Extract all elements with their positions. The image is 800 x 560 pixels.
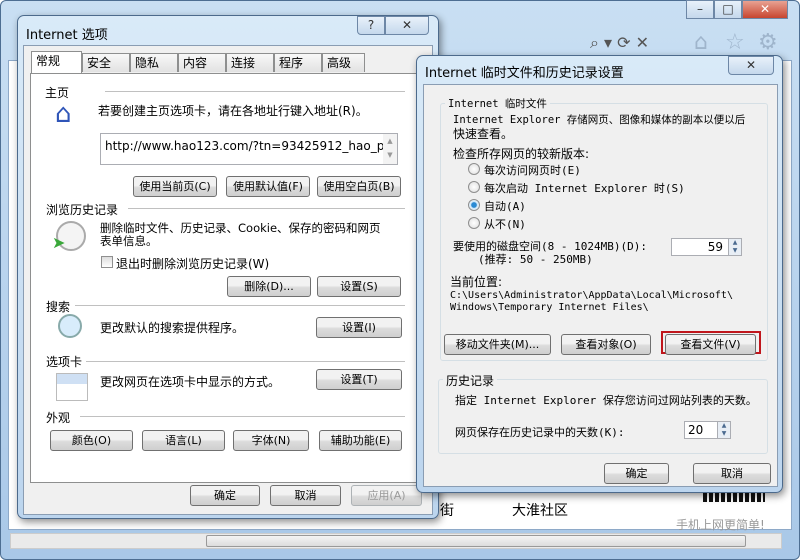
spinner-arrows[interactable]: ▲ ▼: [728, 239, 741, 255]
radio-automatic[interactable]: [468, 199, 480, 211]
radio-every-visit[interactable]: [468, 163, 480, 175]
tab-connections[interactable]: 连接: [226, 53, 274, 72]
delete-on-exit-checkbox[interactable]: [101, 256, 113, 268]
section-tabs: 选项卡: [46, 353, 87, 370]
section-history: 浏览历史记录: [46, 201, 123, 218]
temp-files-section: Internet 临时文件: [445, 96, 550, 111]
delete-on-exit-label: 退出时删除浏览历史记录(W): [116, 257, 270, 271]
window-controls: – □ ✕: [686, 0, 794, 20]
accessibility-button[interactable]: 辅助功能(E): [319, 430, 402, 451]
close-button[interactable]: ✕: [385, 16, 429, 35]
history-days-label: 网页保存在历史记录中的天数(K):: [455, 426, 625, 439]
check-label: 检查所存网页的较新版本:: [453, 147, 590, 161]
promo-text: 手机上网更简单!: [676, 518, 765, 532]
tabs-settings-button[interactable]: 设置(T): [316, 369, 402, 390]
history-desc-2: 表单信息。: [100, 234, 158, 248]
dialog-title: Internet 选项: [26, 28, 108, 43]
tab-general[interactable]: 常规: [31, 51, 82, 73]
disk-space-spinner[interactable]: 59 ▲ ▼: [671, 238, 742, 256]
minimize-button[interactable]: –: [686, 0, 714, 19]
location-path-1: C:\Users\Administrator\AppData\Local\Mic…: [450, 290, 733, 301]
divider: [105, 91, 405, 92]
home-desc: 若要创建主页选项卡，请在各地址行键入地址(R)。: [98, 104, 368, 118]
section-search: 搜索: [46, 298, 75, 315]
delete-history-button[interactable]: 删除(D)...: [227, 276, 311, 297]
tabs-icon: [56, 373, 88, 401]
history-group: [438, 379, 768, 454]
fonts-button[interactable]: 字体(N): [233, 430, 309, 451]
search-settings-button[interactable]: 设置(I): [316, 317, 402, 338]
ok-button[interactable]: 确定: [190, 485, 260, 506]
cancel-button[interactable]: 取消: [693, 463, 771, 484]
house-icon: ⌂: [55, 99, 72, 129]
location-label: 当前位置:: [450, 275, 503, 289]
page-text: 街: [440, 503, 454, 519]
tab-content[interactable]: 内容: [178, 53, 226, 72]
dialog-title: Internet 临时文件和历史记录设置: [425, 66, 624, 81]
apply-button[interactable]: 应用(A): [351, 485, 422, 506]
history-settings-button[interactable]: 设置(S): [317, 276, 401, 297]
ok-button[interactable]: 确定: [604, 463, 669, 484]
colors-button[interactable]: 颜色(O): [50, 430, 133, 451]
input-scrollbar[interactable]: ▲ ▼: [383, 134, 397, 164]
tabs-desc: 更改网页在选项卡中显示的方式。: [100, 375, 281, 389]
use-blank-button[interactable]: 使用空白页(B): [317, 176, 401, 197]
divider: [80, 416, 405, 417]
tab-privacy[interactable]: 隐私: [130, 53, 178, 72]
view-objects-button[interactable]: 查看对象(O): [561, 334, 651, 355]
languages-button[interactable]: 语言(L): [142, 430, 225, 451]
home-url-input[interactable]: http://www.hao123.com/?tn=93425912_hao_p…: [100, 133, 398, 165]
radio-every-start-label: 每次启动 Internet Explorer 时(S): [484, 182, 685, 195]
cancel-button[interactable]: 取消: [270, 485, 341, 506]
clock-icon: ➤: [52, 221, 86, 252]
home-url-text: http://www.hao123.com/?tn=93425912_hao_p…: [105, 139, 392, 153]
divider: [75, 305, 405, 306]
temp-files-heading: Internet 临时文件: [448, 98, 547, 110]
history-section: 历史记录: [443, 372, 498, 389]
use-current-button[interactable]: 使用当前页(C): [133, 176, 217, 197]
radio-automatic-label: 自动(A): [484, 200, 526, 213]
use-default-button[interactable]: 使用默认值(F): [226, 176, 310, 197]
tab-programs[interactable]: 程序: [274, 53, 322, 72]
radio-never[interactable]: [468, 217, 480, 229]
close-window-button[interactable]: ✕: [742, 0, 788, 19]
magnifier-icon: [58, 314, 82, 338]
tab-advanced[interactable]: 高级: [322, 53, 365, 72]
disk-space-value: 59: [707, 240, 723, 254]
radio-never-label: 从不(N): [484, 218, 526, 231]
section-appearance: 外观: [46, 409, 75, 426]
divider: [128, 208, 405, 209]
move-folder-button[interactable]: 移动文件夹(M)...: [444, 334, 551, 355]
radio-every-visit-label: 每次访问网页时(E): [484, 164, 581, 177]
scrollbar-thumb[interactable]: [206, 535, 746, 547]
history-desc: 指定 Internet Explorer 保存您访问过网站列表的天数。: [455, 394, 757, 407]
temp-desc-2: 快速查看。: [453, 127, 514, 141]
history-days-spinner[interactable]: 20 ▲ ▼: [684, 421, 731, 439]
divider: [84, 361, 405, 362]
spinner-arrows[interactable]: ▲ ▼: [717, 422, 730, 438]
disk-space-hint: (推荐: 50 - 250MB): [478, 253, 593, 266]
close-button[interactable]: ✕: [728, 56, 774, 75]
gear-icon[interactable]: ⚙: [758, 30, 778, 55]
tab-security[interactable]: 安全: [82, 53, 130, 72]
page-link[interactable]: 大淮社区: [512, 500, 568, 520]
horizontal-scrollbar[interactable]: [10, 533, 782, 549]
home-icon[interactable]: ⌂: [694, 30, 708, 55]
view-files-button[interactable]: 查看文件(V): [665, 334, 756, 355]
radio-every-start[interactable]: [468, 181, 480, 193]
favorites-star-icon[interactable]: ☆: [725, 30, 745, 55]
search-desc: 更改默认的搜索提供程序。: [100, 321, 245, 335]
help-button[interactable]: ?: [357, 16, 385, 35]
location-path-2: Windows\Temporary Internet Files\: [450, 302, 649, 313]
maximize-button[interactable]: □: [714, 0, 742, 19]
history-days-value: 20: [688, 423, 704, 437]
search-icon[interactable]: ⌕ ▾ ⟳ ✕: [590, 33, 649, 53]
